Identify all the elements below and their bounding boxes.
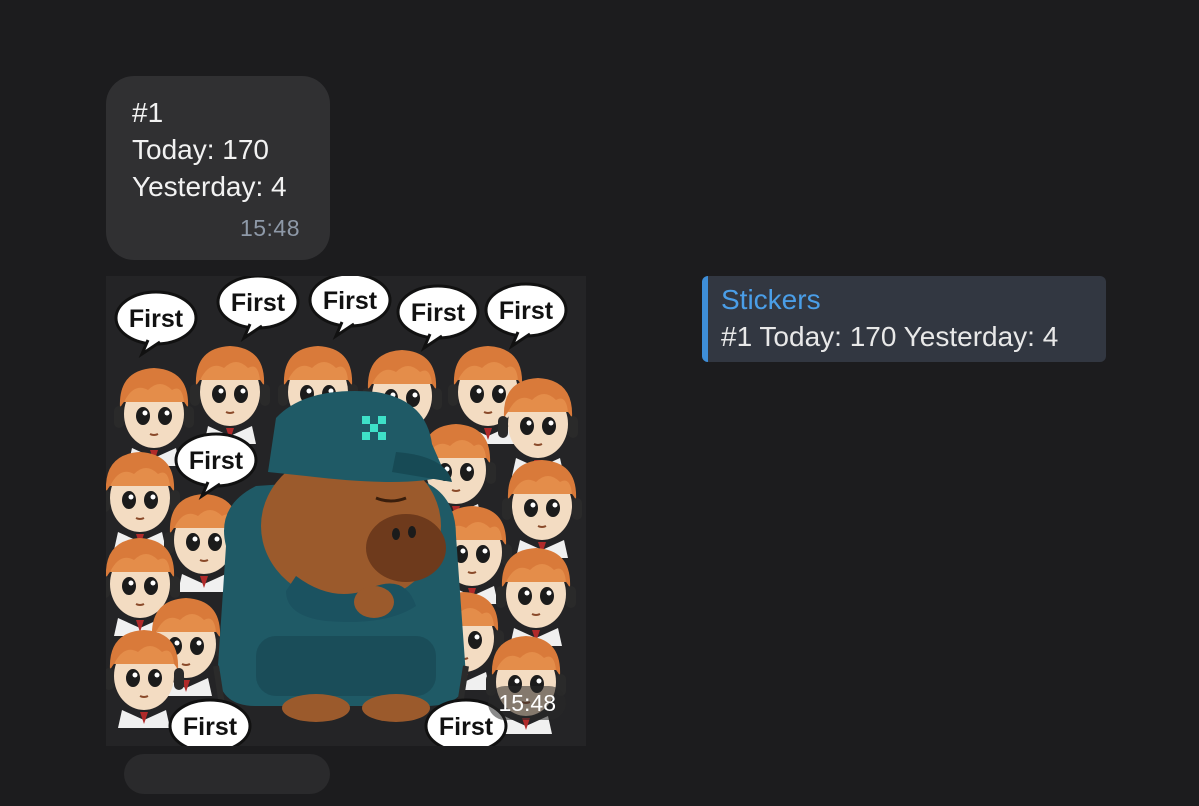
sticker-timestamp: 15:48 bbox=[488, 686, 566, 720]
message-line-yesterday: Yesterday: 4 bbox=[132, 171, 287, 202]
reply-accent-bar bbox=[702, 276, 708, 362]
reply-preview[interactable]: Stickers #1 Today: 170 Yesterday: 4 bbox=[702, 276, 1106, 362]
capybara-sticker-icon: First bbox=[106, 276, 586, 746]
message-bubble[interactable]: #1 Today: 170 Yesterday: 4 15:48 bbox=[106, 76, 330, 260]
next-message-bubble[interactable] bbox=[124, 754, 330, 794]
reply-text: #1 Today: 170 Yesterday: 4 bbox=[721, 321, 1059, 352]
message-line-rank: #1 bbox=[132, 97, 164, 128]
message-timestamp: 15:48 bbox=[239, 215, 300, 241]
message-line-today: Today: 170 bbox=[132, 134, 269, 165]
sticker-message[interactable]: First bbox=[106, 276, 586, 746]
reply-title: Stickers bbox=[721, 284, 821, 315]
chat-area: #1 Today: 170 Yesterday: 4 15:48 15:48 S… bbox=[0, 0, 1199, 806]
